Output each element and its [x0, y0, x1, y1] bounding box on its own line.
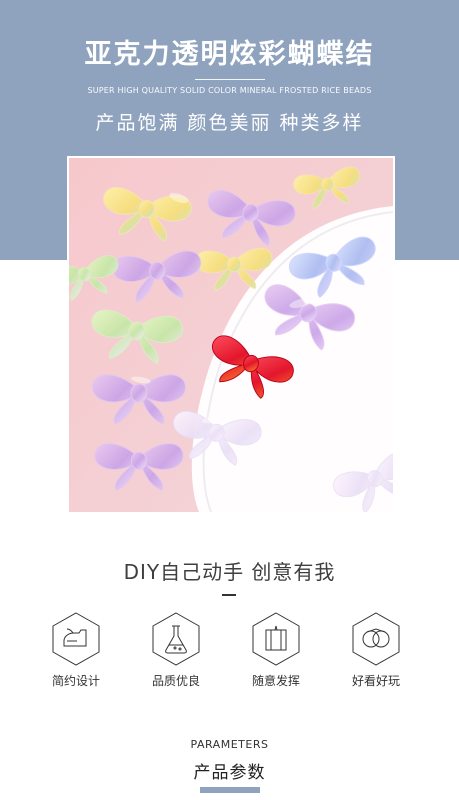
parameters-heading-en: PARAMETERS [190, 738, 269, 751]
feature-label: 好看好玩 [351, 674, 400, 688]
product-photo [69, 158, 393, 512]
feature-label: 品质优良 [151, 674, 200, 688]
feature-item-freedom: 随意发挥 [226, 612, 326, 692]
feature-label: 随意发挥 [251, 674, 300, 688]
parameters-heading-cn: 产品参数 [193, 763, 266, 783]
english-subtitle: SUPER HIGH QUALITY SOLID COLOR MINERAL F… [87, 86, 372, 95]
product-photo-frame [67, 156, 395, 514]
rings-icon [351, 612, 401, 666]
diy-slogan: DIY自己动手 创意有我 [123, 560, 336, 584]
feature-item-quality: 品质优良 [126, 612, 226, 692]
feature-list: 简约设计 品质优良 随意发挥 好看好玩 [0, 612, 459, 692]
bow-beads-illustration [69, 158, 393, 512]
feature-label: 简约设计 [51, 674, 100, 688]
diy-divider [222, 594, 236, 596]
iron-icon [51, 612, 101, 666]
page-title: 亚克力透明炫彩蝴蝶结 [84, 39, 375, 70]
feature-item-simple-design: 简约设计 [26, 612, 126, 692]
title-divider [195, 79, 265, 80]
parameters-accent-bar [200, 787, 260, 793]
cards-icon [251, 612, 301, 666]
flask-icon [151, 612, 201, 666]
feature-item-fun: 好看好玩 [326, 612, 426, 692]
product-page: 亚克力透明炫彩蝴蝶结 SUPER HIGH QUALITY SOLID COLO… [0, 0, 459, 800]
slogan: 产品饱满 颜色美丽 种类多样 [95, 112, 364, 134]
